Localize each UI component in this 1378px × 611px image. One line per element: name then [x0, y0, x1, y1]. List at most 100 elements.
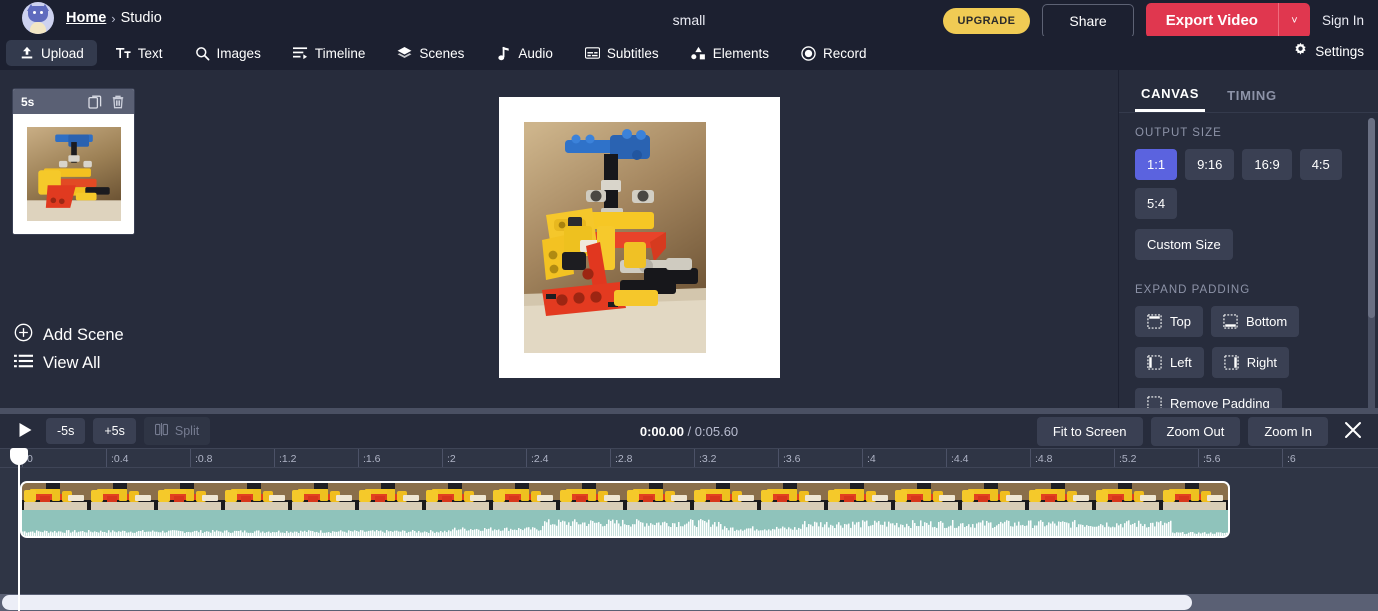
tool-scenes-label: Scenes: [419, 45, 465, 61]
padding-right-button[interactable]: Right: [1211, 347, 1290, 378]
export-dropdown-caret-icon[interactable]: ˅: [1277, 3, 1310, 38]
share-button[interactable]: Share: [1042, 3, 1134, 38]
ruler-tick: :2: [442, 449, 456, 467]
ruler-tick: :5.6: [1198, 449, 1221, 467]
filmstrip-frame: [424, 483, 491, 510]
ruler-tick: :3.6: [778, 449, 801, 467]
view-all-label: View All: [43, 354, 101, 372]
padding-row-1: Top Bottom: [1135, 306, 1362, 337]
custom-size-button[interactable]: Custom Size: [1135, 229, 1233, 260]
video-clip[interactable]: [22, 483, 1228, 536]
tool-audio[interactable]: Audio: [483, 40, 566, 66]
ratio-1-1-button[interactable]: 1:1: [1135, 149, 1178, 180]
trash-icon[interactable]: [110, 94, 126, 110]
canvas-media-frame[interactable]: [524, 122, 706, 353]
close-icon: [1343, 420, 1363, 443]
timeline-icon: [292, 46, 308, 61]
export-button-group: Export Video ˅: [1145, 3, 1310, 38]
record-icon: [801, 45, 816, 61]
filmstrip-frame: [759, 483, 826, 510]
timeline-track-area[interactable]: [0, 468, 1378, 611]
padding-top-button[interactable]: Top: [1135, 306, 1203, 337]
settings-label: Settings: [1315, 43, 1364, 59]
tool-subtitles[interactable]: Subtitles: [572, 40, 672, 66]
tool-record[interactable]: Record: [788, 40, 880, 66]
scene-card-toolbar: 5s: [13, 89, 134, 114]
ruler-tick: :1.2: [274, 449, 297, 467]
current-time: 0:00.00: [639, 423, 684, 439]
ratio-4-5-button[interactable]: 4:5: [1299, 149, 1342, 180]
output-size-options: 1:1 9:16 16:9 4:5 5:4: [1135, 149, 1362, 219]
forward-5s-button[interactable]: +5s: [93, 418, 136, 444]
padding-bottom-button[interactable]: Bottom: [1210, 306, 1300, 337]
tool-scenes[interactable]: Scenes: [384, 40, 477, 66]
tool-text[interactable]: Text: [103, 40, 176, 66]
tab-timing[interactable]: TIMING: [1221, 86, 1283, 112]
copy-icon[interactable]: [88, 94, 104, 110]
tool-timeline[interactable]: Timeline: [280, 40, 379, 66]
zoom-in-button[interactable]: Zoom In: [1248, 416, 1328, 446]
play-button[interactable]: [12, 419, 38, 443]
settings-button[interactable]: Settings: [1293, 42, 1364, 60]
search-icon: [195, 46, 210, 61]
list-icon: [14, 353, 33, 374]
export-video-button[interactable]: Export Video: [1145, 3, 1278, 38]
timeline-ruler[interactable]: 0:0.4:0.8:1.2:1.6:2:2.4:2.8:3.2:3.6:4:4.…: [0, 448, 1378, 468]
output-size-label: OUTPUT SIZE: [1135, 127, 1222, 139]
close-timeline-button[interactable]: [1340, 418, 1366, 444]
tool-subtitles-label: Subtitles: [606, 45, 659, 61]
tool-upload[interactable]: Upload: [6, 40, 97, 66]
properties-panel: CANVAS TIMING OUTPUT SIZE 1:1 9:16 16:9 …: [1118, 70, 1378, 455]
custom-size-row: Custom Size: [1135, 229, 1362, 260]
timeline-zoom-controls: Fit to Screen Zoom Out Zoom In: [1029, 416, 1370, 446]
tool-text-label: Text: [137, 45, 163, 61]
filmstrip-frame: [89, 483, 156, 510]
split-button[interactable]: Split: [143, 417, 211, 445]
padding-left-button[interactable]: Left: [1135, 347, 1204, 378]
scene-card[interactable]: 5s: [13, 89, 134, 234]
zoom-out-button[interactable]: Zoom Out: [1150, 416, 1241, 446]
pad-top-icon: [1147, 314, 1162, 329]
back-5s-button[interactable]: -5s: [46, 418, 86, 444]
clip-filmstrip: [22, 483, 1228, 510]
ruler-tick: :4: [862, 449, 876, 467]
split-label: Split: [174, 424, 200, 438]
filmstrip-frame: [223, 483, 290, 510]
header-actions: UPGRADE Share Export Video ˅ Sign In: [942, 3, 1368, 38]
ruler-tick: :1.6: [358, 449, 381, 467]
scene-duration: 5s: [21, 94, 35, 109]
ruler-tick: :2.4: [526, 449, 549, 467]
ratio-5-4-button[interactable]: 5:4: [1135, 188, 1178, 219]
add-scene-button[interactable]: Add Scene: [14, 323, 124, 347]
properties-scrollbar-thumb[interactable]: [1368, 118, 1375, 318]
time-separator: /: [683, 423, 695, 439]
tool-elements[interactable]: Elements: [678, 40, 782, 66]
padding-row-2: Left Right: [1135, 347, 1362, 378]
tool-images[interactable]: Images: [182, 40, 274, 66]
filmstrip-frame: [290, 483, 357, 510]
play-icon: [18, 422, 33, 441]
pad-right-icon: [1224, 355, 1239, 370]
ratio-16-9-button[interactable]: 16:9: [1242, 149, 1292, 180]
split-icon: [154, 423, 168, 439]
ruler-tick: :0.8: [190, 449, 213, 467]
view-all-button[interactable]: View All: [14, 353, 100, 374]
canvas-preview-stage[interactable]: [499, 97, 780, 378]
shapes-icon: [690, 46, 706, 61]
padding-left-label: Left: [1170, 355, 1192, 370]
tab-canvas[interactable]: CANVAS: [1135, 86, 1206, 112]
filmstrip-frame: [893, 483, 960, 510]
playhead[interactable]: [10, 448, 28, 611]
upgrade-button[interactable]: UPGRADE: [942, 7, 1031, 34]
fit-to-screen-button[interactable]: Fit to Screen: [1036, 416, 1143, 446]
subtitles-icon: [584, 46, 600, 61]
sign-in-link[interactable]: Sign In: [1322, 13, 1368, 28]
tool-timeline-label: Timeline: [314, 45, 366, 61]
tool-images-label: Images: [216, 45, 261, 61]
pad-left-icon: [1147, 355, 1162, 370]
filmstrip-frame: [156, 483, 223, 510]
timeline-horizontal-scrollbar-thumb[interactable]: [2, 595, 1192, 610]
ratio-9-16-button[interactable]: 9:16: [1185, 149, 1235, 180]
expand-padding-label: EXPAND PADDING: [1135, 284, 1251, 296]
total-time: 0:05.60: [694, 423, 739, 439]
